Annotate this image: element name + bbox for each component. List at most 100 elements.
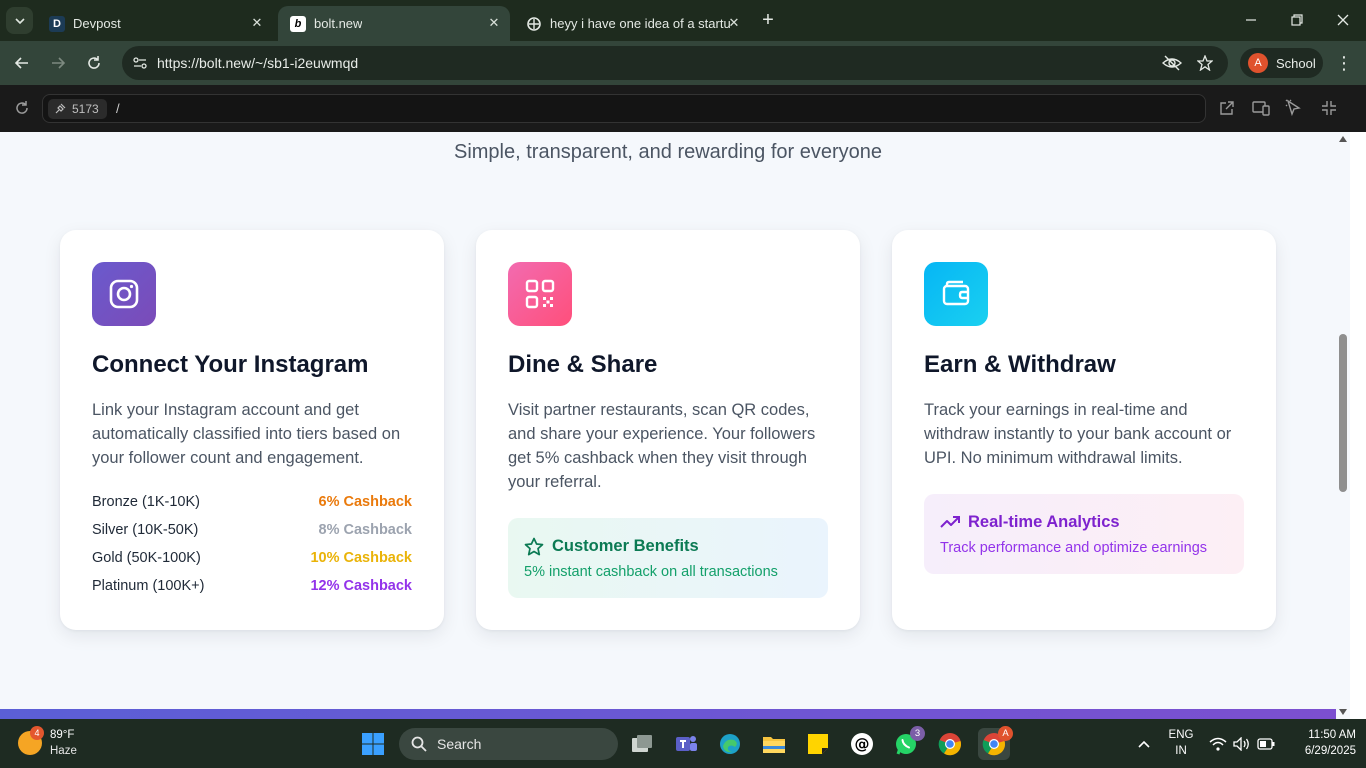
port-selector[interactable]: 5173: [48, 99, 107, 119]
tier-name: Silver (10K-50K): [92, 522, 199, 538]
tier-cashback: 6% Cashback: [318, 494, 413, 510]
language-indicator[interactable]: ENG IN: [1164, 727, 1198, 759]
clock-time: 11:50 AM: [1308, 729, 1356, 741]
task-view-icon[interactable]: [626, 728, 658, 760]
lang-bottom: IN: [1175, 745, 1187, 757]
restore-icon: [1291, 14, 1303, 26]
preview-address-bar[interactable]: 5173 /: [42, 94, 1206, 123]
restore-button[interactable]: [1284, 8, 1310, 32]
whatsapp-icon[interactable]: 3: [890, 726, 925, 760]
close-tab-icon[interactable]: ✕: [486, 15, 502, 31]
open-new-window-icon[interactable]: [1217, 98, 1237, 118]
page-scrollbar[interactable]: [1336, 132, 1350, 719]
close-tab-icon[interactable]: ✕: [249, 15, 265, 31]
tab-bolt[interactable]: b bolt.new ✕: [278, 6, 510, 41]
star-icon: [524, 537, 544, 556]
arrow-right-icon: [52, 57, 66, 69]
temperature: 89°F: [50, 729, 75, 741]
page-viewport: Simple, transparent, and rewarding for e…: [0, 132, 1366, 719]
section-subtitle: Simple, transparent, and rewarding for e…: [453, 141, 882, 163]
tab-devpost[interactable]: D Devpost ✕: [37, 6, 273, 41]
chevron-down-icon: [14, 17, 25, 24]
minimize-icon: [1246, 19, 1256, 21]
weather-condition: Haze: [50, 745, 77, 757]
tier-row-gold: Gold (50K-100K) 10% Cashback: [92, 548, 412, 576]
search-label: Search: [437, 736, 482, 752]
close-window-button[interactable]: [1330, 8, 1356, 32]
arrow-left-icon: [14, 57, 28, 69]
minimize-button[interactable]: [1238, 8, 1264, 32]
footer-gradient-band: [0, 709, 1336, 719]
reload-button[interactable]: [82, 51, 106, 75]
inspect-pointer-icon[interactable]: [1284, 98, 1304, 118]
tier-cashback: 10% Cashback: [310, 550, 412, 566]
whatsapp-badge: 3: [910, 726, 925, 741]
card-description: Track your earnings in real-time and wit…: [924, 401, 1232, 467]
analytics-title: Real-time Analytics: [968, 513, 1120, 531]
weather-widget[interactable]: 4 89°F Haze: [16, 726, 96, 761]
scroll-thumb[interactable]: [1339, 334, 1347, 492]
threads-icon[interactable]: @: [846, 728, 878, 760]
benefit-text: 5% instant cashback on all transactions: [524, 564, 778, 580]
system-clock[interactable]: 11:50 AM 6/29/2025: [1282, 727, 1356, 759]
tab-ai-chat[interactable]: heyy i have one idea of a startup ✕: [514, 6, 750, 41]
analytics-text: Track performance and optimize earnings: [940, 540, 1208, 556]
realtime-analytics-box: Real-time Analytics Track performance an…: [924, 494, 1244, 574]
eye-off-icon[interactable]: [1162, 53, 1182, 73]
preview-toolbar: 5173 /: [0, 85, 1366, 132]
close-tab-icon[interactable]: ✕: [726, 15, 742, 31]
teams-icon[interactable]: [670, 728, 702, 760]
port-number: 5173: [72, 102, 99, 116]
tier-name: Platinum (100K+): [92, 578, 205, 594]
address-bar[interactable]: https://bolt.new/~/sb1-i2euwmqd: [122, 46, 1228, 80]
tab-strip: D Devpost ✕ b bolt.new ✕ heyy i have one…: [0, 0, 1366, 41]
url-text[interactable]: https://bolt.new/~/sb1-i2euwmqd: [157, 55, 358, 71]
battery-icon[interactable]: [1251, 728, 1281, 760]
sticky-notes-icon[interactable]: [802, 728, 834, 760]
file-explorer-icon[interactable]: [758, 728, 790, 760]
new-tab-button[interactable]: +: [758, 10, 778, 30]
scroll-down-arrow-icon[interactable]: [1339, 709, 1347, 715]
edge-icon[interactable]: [714, 728, 746, 760]
profile-button[interactable]: A School: [1240, 48, 1323, 78]
close-icon: [1337, 14, 1349, 26]
chevron-up-icon[interactable]: [1128, 728, 1160, 760]
tier-row-silver: Silver (10K-50K) 8% Cashback: [92, 520, 412, 548]
tier-list: Bronze (1K-10K) 6% Cashback Silver (10K-…: [92, 492, 412, 604]
lang-top: ENG: [1168, 729, 1194, 741]
device-toggle-icon[interactable]: [1251, 98, 1271, 118]
tab-title: bolt.new: [314, 16, 363, 31]
scroll-up-arrow-icon[interactable]: [1339, 136, 1347, 142]
tier-cashback: 8% Cashback: [318, 522, 413, 538]
weather-badge: 4: [30, 726, 44, 740]
card-title: Dine & Share: [508, 351, 658, 378]
site-info-icon[interactable]: [130, 53, 150, 73]
qr-code-icon: [508, 262, 572, 326]
chrome-profile-icon[interactable]: A: [978, 726, 1013, 760]
benefit-title: Customer Benefits: [552, 537, 699, 555]
reload-icon: [88, 56, 100, 69]
bookmark-star-icon[interactable]: [1195, 53, 1215, 73]
chrome-profile-badge: A: [998, 726, 1013, 741]
tier-cashback: 12% Cashback: [310, 578, 412, 594]
chrome-icon[interactable]: [934, 728, 966, 760]
start-button[interactable]: [357, 728, 389, 760]
tab-search-button[interactable]: [6, 7, 33, 34]
back-button[interactable]: [10, 51, 34, 75]
forward-button[interactable]: [46, 51, 70, 75]
taskbar-search[interactable]: Search: [399, 728, 618, 760]
card-description: Link your Instagram account and get auto…: [92, 401, 401, 467]
windows-logo-icon: [362, 733, 384, 755]
preview-path[interactable]: /: [116, 101, 120, 116]
preview-reload-icon[interactable]: [12, 98, 32, 118]
collapse-icon[interactable]: [1319, 98, 1339, 118]
avatar: A: [1248, 53, 1268, 73]
profile-label: School: [1276, 55, 1316, 71]
card-earn-withdraw: Earn & Withdraw Track your earnings in r…: [892, 230, 1276, 630]
card-title: Connect Your Instagram: [92, 351, 369, 378]
clock-date: 6/29/2025: [1304, 745, 1356, 757]
instagram-icon: [92, 262, 156, 326]
tab-title: heyy i have one idea of a startup: [550, 16, 730, 31]
tier-name: Gold (50K-100K): [92, 550, 201, 566]
more-menu-icon[interactable]: ⋮: [1334, 51, 1354, 75]
